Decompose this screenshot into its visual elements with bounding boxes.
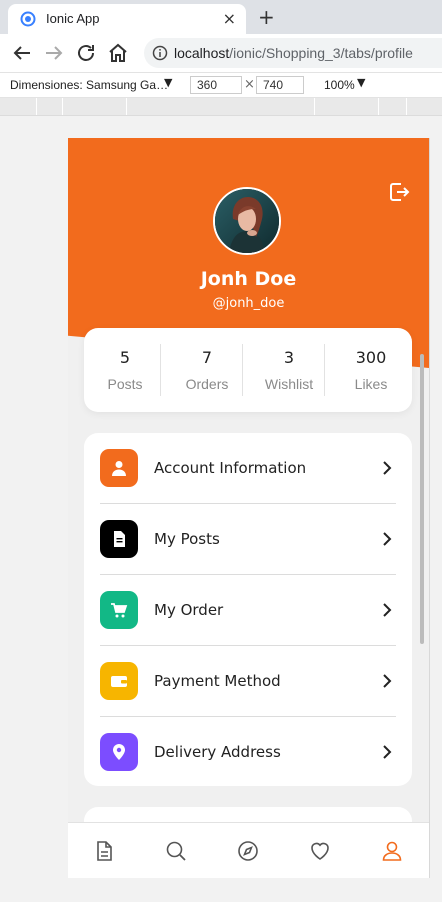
stat-label: Posts <box>107 376 143 392</box>
stat-wishlist[interactable]: 3 Wishlist <box>248 328 330 412</box>
stat-value: 5 <box>119 348 131 367</box>
stat-orders[interactable]: 7 Orders <box>166 328 248 412</box>
menu-icon-box <box>100 591 138 629</box>
chevron-right-icon <box>383 603 392 617</box>
menu-item-label: Account Information <box>154 459 307 477</box>
tab-profile-person-icon[interactable] <box>380 839 404 863</box>
caret-down-icon[interactable]: ▼ <box>164 76 172 89</box>
ruler-mark <box>126 98 127 115</box>
avatar[interactable] <box>213 187 281 255</box>
menu-item-my-posts[interactable]: My Posts <box>100 504 396 575</box>
chevron-right-icon <box>383 532 392 546</box>
back-arrow-icon[interactable] <box>10 41 34 65</box>
forward-arrow-icon[interactable] <box>42 41 66 65</box>
menu-icon-box <box>100 662 138 700</box>
document-icon <box>114 531 125 547</box>
tab-wishlist-heart-icon[interactable] <box>308 839 332 863</box>
stat-label: Wishlist <box>264 376 314 392</box>
user-icon <box>112 461 126 476</box>
menu-item-delivery-address[interactable]: Delivery Address <box>100 717 396 788</box>
stat-posts[interactable]: 5 Posts <box>84 328 166 412</box>
browser-tabstrip: Ionic App × + <box>0 0 442 34</box>
browser-tab[interactable]: Ionic App × <box>8 4 246 34</box>
stats-card: 5 Posts 7 Orders 3 Wishlist 300 Likes <box>84 328 412 412</box>
chevron-right-icon <box>383 461 392 475</box>
ruler-mark <box>314 98 315 115</box>
device-toolbar: Dimensiones: Samsung Ga… ▼ 360 × 740 100… <box>0 72 442 98</box>
location-icon <box>113 744 125 760</box>
stat-label: Orders <box>185 376 229 392</box>
ionic-favicon-icon <box>20 11 36 27</box>
menu-icon-box <box>100 733 138 771</box>
media-query-ruler[interactable] <box>0 98 442 116</box>
stat-divider <box>242 344 243 396</box>
stat-value: 300 <box>355 348 387 367</box>
tab-explore-compass-icon[interactable] <box>236 839 260 863</box>
menu-item-account-information[interactable]: Account Information <box>100 433 396 504</box>
stat-divider <box>160 344 161 396</box>
ruler-mark <box>406 98 407 115</box>
address-bar[interactable]: localhost/ionic/Shopping_3/tabs/profile <box>144 38 442 68</box>
stat-label: Likes <box>354 376 388 392</box>
times-icon: × <box>244 77 255 92</box>
menu-icon-box <box>100 520 138 558</box>
wallet-icon <box>111 676 127 687</box>
device-select[interactable]: Dimensiones: Samsung Ga… <box>10 78 168 92</box>
zoom-select[interactable]: 100% <box>324 78 355 92</box>
menu-icon-box <box>100 449 138 487</box>
ruler-mark <box>62 98 63 115</box>
tab-search-icon[interactable] <box>164 839 188 863</box>
bottom-tab-bar <box>68 822 429 878</box>
zoom-caret-down-icon[interactable]: ▼ <box>357 76 365 89</box>
menu-item-label: Delivery Address <box>154 743 281 761</box>
stat-divider <box>324 344 325 396</box>
url-path: /ionic/Shopping_3/tabs/profile <box>229 45 413 61</box>
tab-posts-document-icon[interactable] <box>92 839 116 863</box>
menu-item-label: My Order <box>154 601 224 619</box>
profile-menu: Account Information My Posts My Order Pa… <box>84 433 412 786</box>
chevron-right-icon <box>383 674 392 688</box>
logout-icon[interactable] <box>387 180 411 204</box>
menu-item-payment-method[interactable]: Payment Method <box>100 646 396 717</box>
info-icon[interactable] <box>152 45 168 61</box>
width-field[interactable]: 360 <box>190 76 242 94</box>
stat-value: 3 <box>283 348 295 367</box>
tab-title: Ionic App <box>46 11 100 26</box>
profile-name: Jonh Doe <box>200 268 297 290</box>
home-icon[interactable] <box>106 41 130 65</box>
ruler-mark <box>36 98 37 115</box>
device-viewport: Jonh Doe @jonh_doe 5 Posts 7 Orders 3 Wi… <box>68 138 430 878</box>
profile-handle: @jonh_doe <box>212 296 285 311</box>
tab-close-icon[interactable]: × <box>223 9 236 28</box>
url-text: localhost/ionic/Shopping_3/tabs/profile <box>174 45 413 61</box>
menu-item-my-order[interactable]: My Order <box>100 575 396 646</box>
url-host: localhost <box>174 45 230 61</box>
height-field[interactable]: 740 <box>256 76 304 94</box>
ruler-mark <box>378 98 379 115</box>
browser-toolbar: localhost/ionic/Shopping_3/tabs/profile <box>0 34 442 72</box>
stat-value: 7 <box>201 348 213 367</box>
menu-item-label: Payment Method <box>154 672 281 690</box>
cart-icon <box>111 603 128 618</box>
stat-likes[interactable]: 300 Likes <box>330 328 412 412</box>
reload-icon[interactable] <box>74 41 98 65</box>
menu-item-label: My Posts <box>154 530 220 548</box>
avatar-photo <box>215 189 279 253</box>
chevron-right-icon <box>383 745 392 759</box>
page-scrollbar[interactable] <box>420 354 424 644</box>
new-tab-button[interactable]: + <box>258 5 275 29</box>
